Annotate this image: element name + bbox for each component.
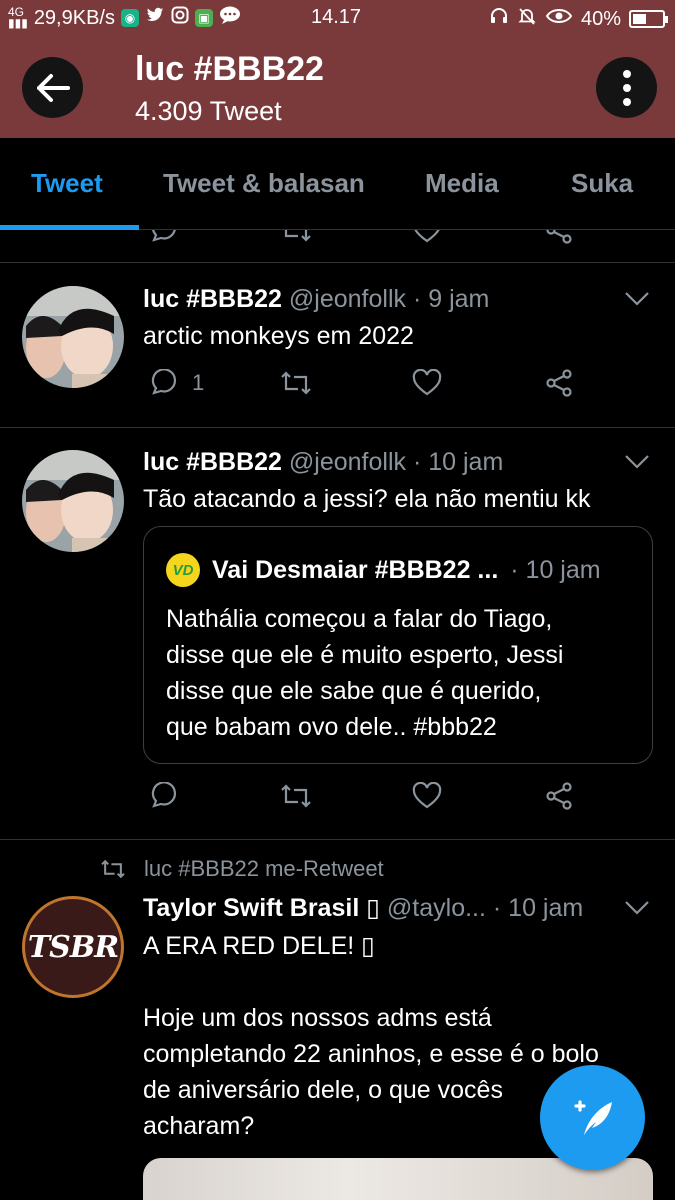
status-left: 4G ▮▮▮ 29,9KB/s ◉ ▣ [8, 6, 241, 30]
tweet-time: · 10 jam [412, 448, 504, 476]
tab-tweet-replies[interactable]: Tweet & balasan [163, 168, 365, 199]
tweet-item[interactable]: luc #BBB22 @jeonfollk · 9 jam arctic mon… [0, 263, 675, 428]
tweet-count: 4.309 Tweet [135, 96, 282, 126]
author-handle[interactable]: @jeonfollk [289, 448, 406, 476]
like-button[interactable] [412, 782, 442, 810]
dot [622, 69, 631, 78]
like-icon [412, 782, 442, 809]
quoted-tweet[interactable]: VD Vai Desmaiar #BBB22 ... · 10 jam Nath… [143, 526, 653, 764]
like-icon[interactable] [412, 230, 442, 244]
retweet-label-text: luc #BBB22 me-Retweet [144, 856, 384, 881]
tweet-time: · 9 jam [412, 285, 490, 313]
retweet-icon [101, 859, 125, 879]
network-speed: 29,9KB/s [33, 6, 115, 29]
compose-tweet-button[interactable] [540, 1065, 645, 1170]
previous-tweet-actions [0, 230, 675, 263]
tweet-header: luc #BBB22 @jeonfollk · 9 jam [143, 285, 489, 314]
quote-time: · 10 jam [510, 555, 601, 584]
avatar[interactable] [22, 286, 124, 388]
headset-icon [489, 6, 509, 32]
back-button[interactable] [22, 57, 83, 118]
arrow-left-icon [36, 73, 70, 102]
tweet-actions [143, 782, 583, 822]
instagram-icon [171, 6, 189, 30]
profile-tabs: Tweet Tweet & balasan Media Suka [0, 138, 675, 230]
tweet-text: arctic monkeys em 2022 [143, 322, 414, 350]
compose-feather-icon [573, 1099, 612, 1135]
chevron-down-icon[interactable] [624, 900, 650, 916]
profile-title: luc #BBB22 [135, 50, 324, 88]
network-indicator: 4G ▮▮▮ [8, 5, 28, 30]
tab-likes[interactable]: Suka [571, 168, 633, 199]
eye-icon [545, 7, 573, 31]
avatar-text: TSBR [27, 929, 119, 965]
quote-avatar: VD [166, 553, 200, 587]
retweet-label[interactable]: luc #BBB22 me-Retweet [100, 856, 384, 882]
retweet-icon [281, 371, 311, 395]
retweet-button[interactable] [280, 782, 312, 810]
twitter-icon [145, 6, 165, 30]
tweet-text: A ERA RED DELE! ▯ Hoje um dos nossos adm… [143, 932, 599, 1140]
tweet-time: · 10 jam [492, 894, 584, 922]
tweet-header: luc #BBB22 @jeonfollk · 10 jam [143, 448, 503, 477]
reply-button[interactable] [148, 782, 178, 810]
author-handle[interactable]: @taylo... [387, 894, 486, 922]
like-button[interactable] [412, 369, 442, 397]
dot [622, 97, 631, 106]
status-bar: 4G ▮▮▮ 29,9KB/s ◉ ▣ 14.17 40% [0, 0, 675, 36]
dot [622, 83, 631, 92]
tweet-text: Tão atacando a jessi? ela não mentiu kk [143, 485, 591, 513]
status-time: 14.17 [311, 6, 362, 28]
author-handle[interactable]: @jeonfollk [289, 285, 406, 313]
retweet-icon[interactable] [280, 230, 312, 244]
quote-author-name: Vai Desmaiar #BBB22 ... [212, 555, 499, 584]
avatar[interactable]: TSBR [22, 896, 124, 998]
battery-percent: 40% [580, 7, 621, 30]
chevron-down-icon[interactable] [624, 291, 650, 307]
tab-media[interactable]: Media [425, 168, 499, 199]
tweet-actions: 1 [143, 369, 583, 409]
reply-button[interactable]: 1 [148, 369, 204, 397]
status-right: 40% [489, 6, 668, 32]
quote-header: VD Vai Desmaiar #BBB22 ... · 10 jam [166, 553, 601, 587]
share-icon [546, 782, 572, 810]
retweet-button[interactable] [280, 369, 312, 397]
tab-tweet[interactable]: Tweet [31, 168, 103, 199]
avatar[interactable] [22, 450, 124, 552]
like-icon [412, 369, 442, 396]
messenger-icon: ◉ [120, 9, 139, 27]
more-options-button[interactable] [596, 57, 657, 118]
battery-icon [629, 10, 668, 28]
profile-header: luc #BBB22 4.309 Tweet [0, 36, 675, 138]
chat-bubble-icon [219, 6, 241, 30]
mute-bell-icon [517, 6, 537, 32]
quote-text: Nathália começou a falar do Tiago, disse… [166, 605, 564, 741]
share-button[interactable] [544, 369, 574, 397]
share-button[interactable] [544, 782, 574, 810]
reply-icon [151, 782, 177, 808]
reply-icon[interactable] [148, 230, 178, 244]
chevron-down-icon[interactable] [624, 454, 650, 470]
reply-count: 1 [192, 370, 205, 395]
author-name[interactable]: luc #BBB22 [143, 285, 282, 313]
author-name[interactable]: luc #BBB22 [143, 448, 282, 476]
share-icon[interactable] [544, 230, 574, 244]
app-icon: ▣ [194, 9, 213, 27]
share-icon [546, 369, 572, 397]
reply-icon [151, 369, 177, 395]
retweet-icon [281, 784, 311, 808]
tweet-header: Taylor Swift Brasil ▯ @taylo... · 10 jam [143, 893, 583, 923]
author-name[interactable]: Taylor Swift Brasil ▯ [143, 894, 380, 922]
